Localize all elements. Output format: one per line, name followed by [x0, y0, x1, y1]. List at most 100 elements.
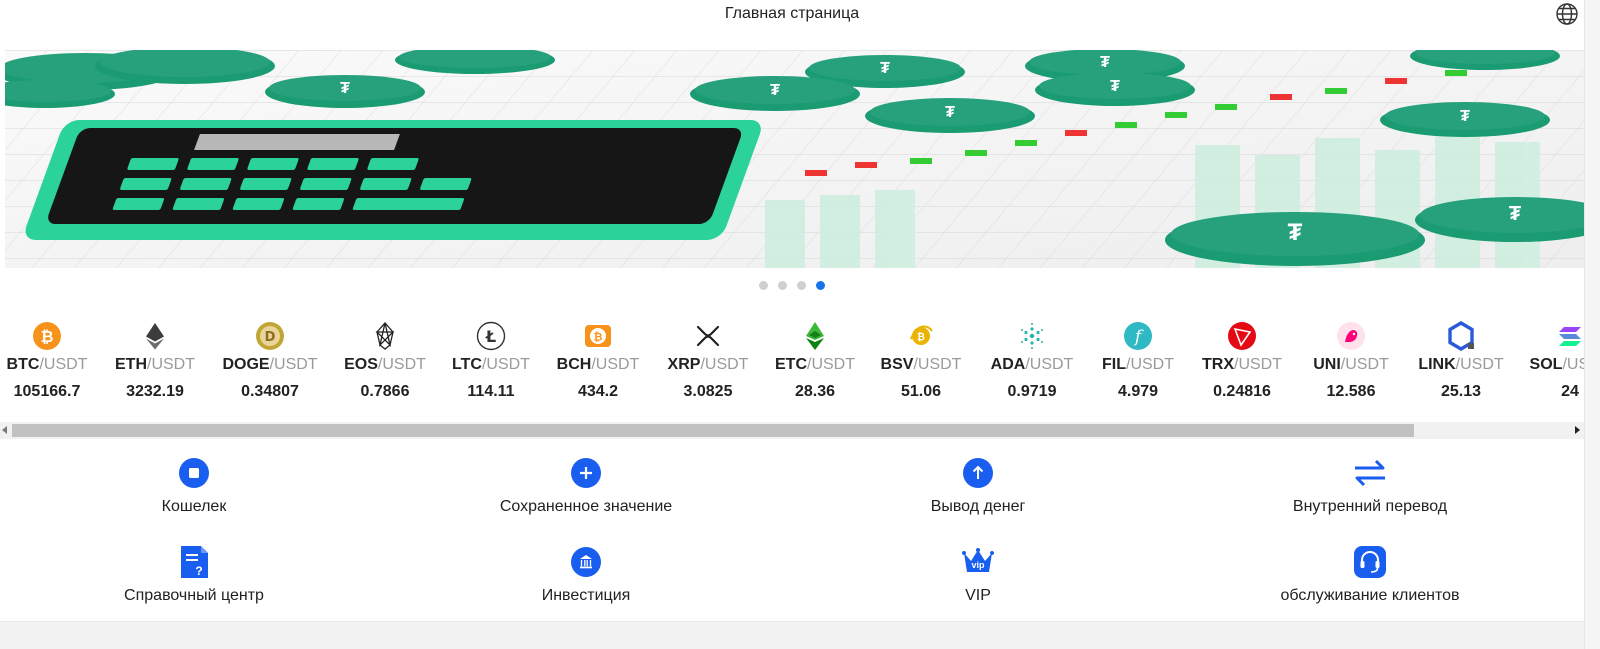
- ticker-price: 28.36: [794, 383, 836, 400]
- ethereum-icon: [140, 321, 170, 351]
- ticker-item-trx[interactable]: TRX/USDT 0.24816: [1192, 315, 1292, 401]
- dogecoin-icon: D: [255, 321, 285, 351]
- cardano-icon: [1017, 321, 1047, 351]
- globe-icon[interactable]: [1555, 2, 1579, 26]
- headset-icon: [1353, 545, 1387, 579]
- help-document-icon: ?: [177, 545, 211, 579]
- svg-text:D: D: [265, 330, 276, 345]
- chainlink-icon: [1446, 321, 1476, 351]
- svg-text:₮: ₮: [1288, 219, 1303, 246]
- svg-text:₮: ₮: [340, 80, 350, 97]
- bank-circle-icon: [569, 545, 603, 579]
- menu-customer-service[interactable]: обслуживание клиентов: [1220, 545, 1520, 605]
- market-ticker: ₿ BTC/USDT 105166.7 ETH/USDT 3232.19 D D…: [0, 315, 1584, 415]
- arrow-up-circle-icon: [961, 456, 995, 490]
- bitcoin-icon: ₿: [32, 321, 62, 351]
- scrollbar-thumb[interactable]: [12, 424, 1414, 437]
- svg-text:₮: ₮: [1509, 203, 1521, 225]
- svg-text:₮: ₮: [1100, 54, 1110, 71]
- ticker-item-ada[interactable]: ADA/USDT 0.9719: [982, 315, 1082, 401]
- ticker-base: LINK: [1418, 356, 1456, 373]
- ticker-price: 25.13: [1440, 383, 1482, 400]
- ticker-item-doge[interactable]: D DOGE/USDT 0.34807: [220, 315, 320, 401]
- menu-label: Инвестиция: [541, 587, 631, 604]
- wallet-icon: [177, 456, 211, 490]
- home-page: Главная страница ₮ ₮ ₮ ₮ ₮ ₮ ₮ ₮ ₮ ₿ BTC…: [0, 0, 1584, 649]
- xrp-icon: [693, 321, 723, 351]
- ticker-quote: /USDT: [147, 356, 195, 373]
- ticker-quote: /USDT: [700, 356, 749, 373]
- plus-circle-icon: [569, 456, 603, 490]
- promo-banner[interactable]: ₮ ₮ ₮ ₮ ₮ ₮ ₮ ₮ ₮: [5, 50, 1584, 268]
- ticker-price: 0.24816: [1213, 383, 1271, 400]
- ticker-item-etc[interactable]: ETC/USDT 28.36: [765, 315, 865, 401]
- ticker-item-fil[interactable]: f FIL/USDT 4.979: [1088, 315, 1188, 401]
- page-title: Главная страница: [724, 5, 860, 22]
- menu-label: Вывод денег: [930, 498, 1026, 515]
- menu-label: обслуживание клиентов: [1280, 587, 1460, 604]
- menu-label: Кошелек: [161, 498, 227, 515]
- menu-wallet[interactable]: Кошелек: [44, 456, 344, 516]
- ticker-item-uni[interactable]: UNI/USDT 12.586: [1301, 315, 1401, 401]
- ticker-price: 3232.19: [126, 383, 184, 400]
- ticker-item-ltc[interactable]: Ł LTC/USDT 114.11: [441, 315, 541, 401]
- eos-icon: [370, 321, 400, 351]
- ticker-quote: /USDT: [1025, 356, 1074, 373]
- menu-help-center[interactable]: ? Справочный центр: [44, 545, 344, 605]
- menu-deposit[interactable]: Сохраненное значение: [436, 456, 736, 516]
- section-divider: [0, 621, 1584, 649]
- carousel-dot[interactable]: [797, 281, 806, 290]
- svg-text:₮: ₮: [1110, 78, 1120, 95]
- carousel-dot[interactable]: [759, 281, 768, 290]
- ticker-scrollbar[interactable]: [0, 422, 1584, 439]
- ticker-item-bch[interactable]: ₿ BCH/USDT 434.2: [548, 315, 648, 401]
- ticker-item-eos[interactable]: EOS/USDT 0.7866: [335, 315, 435, 401]
- svg-text:Ł: Ł: [485, 327, 496, 346]
- ticker-price: 24: [1561, 383, 1579, 400]
- ticker-quote: /USDT: [1340, 356, 1389, 373]
- ticker-base: TRX: [1202, 356, 1234, 373]
- carousel-dot-active[interactable]: [816, 281, 825, 290]
- bitcoin-cash-icon: ₿: [583, 321, 613, 351]
- menu-label: Сохраненное значение: [499, 498, 673, 515]
- menu-withdraw[interactable]: Вывод денег: [828, 456, 1128, 516]
- ticker-price: 0.7866: [360, 383, 410, 400]
- ticker-quote: /USDT: [1126, 356, 1174, 373]
- ticker-base: ETH: [115, 356, 147, 373]
- ticker-base: BTC: [6, 356, 40, 373]
- svg-text:?: ?: [195, 564, 202, 578]
- tron-icon: [1227, 321, 1257, 351]
- menu-internal-transfer[interactable]: Внутренний перевод: [1220, 456, 1520, 516]
- ticker-base: SOL: [1529, 356, 1563, 373]
- menu-investment[interactable]: Инвестиция: [436, 545, 736, 605]
- ticker-item-sol[interactable]: SOL/USDT 24: [1520, 315, 1584, 401]
- scroll-left-arrow-icon[interactable]: [2, 426, 7, 434]
- scroll-right-arrow-icon[interactable]: [1575, 426, 1580, 434]
- ticker-item-bsv[interactable]: ₿ BSV/USDT 51.06: [871, 315, 971, 401]
- bsv-icon: ₿: [906, 321, 936, 351]
- ticker-quote: /USDT: [1234, 356, 1282, 373]
- ticker-base: EOS: [344, 356, 378, 373]
- ticker-quote: /USDT: [269, 356, 318, 373]
- ticker-base: LTC: [452, 356, 482, 373]
- svg-text:₿: ₿: [594, 331, 603, 344]
- ticker-item-btc[interactable]: ₿ BTC/USDT 105166.7: [0, 315, 97, 401]
- svg-text:₿: ₿: [917, 331, 925, 343]
- ticker-price: 114.11: [467, 383, 515, 400]
- carousel-indicators: [0, 277, 1584, 290]
- menu-label: VIP: [965, 587, 991, 604]
- ticker-quote: /USDT: [39, 356, 88, 373]
- ticker-quote: /USDT: [591, 356, 640, 373]
- filecoin-icon: f: [1123, 321, 1153, 351]
- transfer-arrows-icon: [1353, 456, 1387, 490]
- ticker-item-xrp[interactable]: XRP/USDT 3.0825: [658, 315, 758, 401]
- menu-vip[interactable]: vip VIP: [828, 545, 1128, 605]
- ticker-item-link[interactable]: LINK/USDT 25.13: [1411, 315, 1511, 401]
- page-scrollbar[interactable]: [1584, 0, 1600, 649]
- ticker-base: ETC: [775, 356, 807, 373]
- ticker-item-eth[interactable]: ETH/USDT 3232.19: [105, 315, 205, 401]
- ticker-quote: /USDT: [807, 356, 855, 373]
- ticker-base: ADA: [990, 356, 1026, 373]
- solana-icon: [1555, 321, 1584, 351]
- carousel-dot[interactable]: [778, 281, 787, 290]
